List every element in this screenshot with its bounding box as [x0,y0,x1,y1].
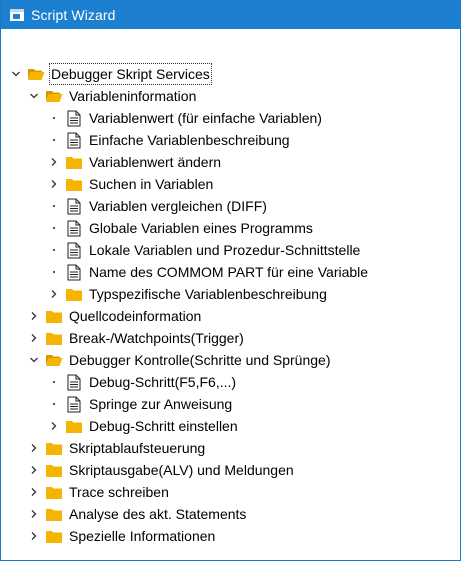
tree-node[interactable]: Analyse des akt. Statements [27,503,246,525]
script-wizard-window: Script Wizard Debugger Skript Services V… [0,0,461,561]
tree-node-label: Variableninformation [69,88,197,104]
tree-node[interactable]: Skriptablaufsteuerung [27,437,205,459]
tree-node-label: Springe zur Anweisung [89,396,233,412]
folder-open-icon [27,65,45,83]
leaf-dot [47,393,61,415]
tree-node-label: Variablenwert ändern [89,154,222,170]
document-icon [65,263,83,281]
tree-node-label: Break-/Watchpoints(Trigger) [69,330,244,346]
chevron-down-icon[interactable] [27,85,41,107]
tree-leaf[interactable]: Springe zur Anweisung [47,393,232,415]
folder-icon [45,483,63,501]
tree-leaf[interactable]: Name des COMMOM PART für eine Variable [47,261,368,283]
leaf-dot [47,261,61,283]
tree-leaf[interactable]: Variablenwert (für einfache Variablen) [47,107,322,129]
chevron-right-icon[interactable] [47,151,61,173]
tree-node[interactable]: Spezielle Informationen [27,525,215,547]
folder-icon [65,285,83,303]
tree-node-label: Debugger Kontrolle(Schritte und Sprünge) [69,352,331,368]
tree-node-label: Variablenwert (für einfache Variablen) [89,110,322,126]
leaf-dot [47,195,61,217]
folder-icon [65,175,83,193]
leaf-dot [47,217,61,239]
tree-leaf[interactable]: Debug-Schritt(F5,F6,...) [47,371,236,393]
tree-node-label: Debug-Schritt einstellen [89,418,238,434]
tree-node-label: Trace schreiben [69,484,169,500]
tree-node-label: Suchen in Variablen [89,176,214,192]
document-icon [65,109,83,127]
document-icon [65,197,83,215]
window-title: Script Wizard [31,6,116,23]
chevron-right-icon[interactable] [27,503,41,525]
chevron-right-icon[interactable] [27,481,41,503]
leaf-dot [47,129,61,151]
tree-node-label: Globale Variablen eines Programms [89,220,313,236]
chevron-right-icon[interactable] [27,437,41,459]
tree-node-quellcodeinformation[interactable]: Quellcodeinformation [27,305,201,327]
tree-node[interactable]: Variablenwert ändern [47,151,221,173]
tree-node-label: Name des COMMOM PART für eine Variable [89,264,369,280]
tree-node[interactable]: Skriptausgabe(ALV) und Meldungen [27,459,294,481]
tree-node-label: Debug-Schritt(F5,F6,...) [89,374,237,390]
tree-node-label: Quellcodeinformation [69,308,202,324]
folder-open-icon [45,351,63,369]
tree-leaf[interactable]: Lokale Variablen und Prozedur-Schnittste… [47,239,360,261]
chevron-right-icon[interactable] [27,459,41,481]
document-icon [65,131,83,149]
chevron-right-icon[interactable] [27,305,41,327]
document-icon [65,241,83,259]
chevron-right-icon[interactable] [47,283,61,305]
script-wizard-icon [9,7,25,23]
leaf-dot [47,107,61,129]
folder-icon [45,505,63,523]
folder-icon [65,153,83,171]
chevron-right-icon[interactable] [47,173,61,195]
tree-node-label: Debugger Skript Services [49,63,212,85]
tree-node-variableninformation[interactable]: Variableninformation [27,85,196,107]
folder-icon [65,417,83,435]
title-bar[interactable]: Script Wizard [1,0,460,29]
chevron-down-icon[interactable] [27,349,41,371]
tree-node-label: Lokale Variablen und Prozedur-Schnittste… [89,242,361,258]
chevron-right-icon[interactable] [27,525,41,547]
folder-icon [45,329,63,347]
tree-leaf[interactable]: Einfache Variablenbeschreibung [47,129,290,151]
tree-leaf[interactable]: Variablen vergleichen (DIFF) [47,195,267,217]
tree-node[interactable]: Trace schreiben [27,481,169,503]
document-icon [65,395,83,413]
tree-node-label: Analyse des akt. Statements [69,506,247,522]
tree-node[interactable]: Debug-Schritt einstellen [47,415,238,437]
leaf-dot [47,371,61,393]
tree-node-label: Skriptablaufsteuerung [69,440,206,456]
folder-icon [45,461,63,479]
tree-node-label: Variablen vergleichen (DIFF) [89,198,267,214]
tree-leaf[interactable]: Globale Variablen eines Programms [47,217,313,239]
leaf-dot [47,239,61,261]
tree-node[interactable]: Suchen in Variablen [47,173,213,195]
tree-node-label: Einfache Variablenbeschreibung [89,132,290,148]
folder-icon [45,307,63,325]
tree-node[interactable]: Typspezifische Variablenbeschreibung [47,283,327,305]
folder-icon [45,527,63,545]
document-icon [65,219,83,237]
tree-node-label: Spezielle Informationen [69,528,216,544]
folder-open-icon [45,87,63,105]
document-icon [65,373,83,391]
tree-node-debugger-kontrolle[interactable]: Debugger Kontrolle(Schritte und Sprünge) [27,349,331,371]
chevron-right-icon[interactable] [27,327,41,349]
folder-icon [45,439,63,457]
tree-node-label: Typspezifische Variablenbeschreibung [89,286,327,302]
tree-node-breakpoints[interactable]: Break-/Watchpoints(Trigger) [27,327,244,349]
chevron-right-icon[interactable] [47,415,61,437]
tree-node-label: Skriptausgabe(ALV) und Meldungen [69,462,294,478]
chevron-down-icon[interactable] [9,63,23,85]
tree-node-root[interactable]: Debugger Skript Services [9,63,212,85]
